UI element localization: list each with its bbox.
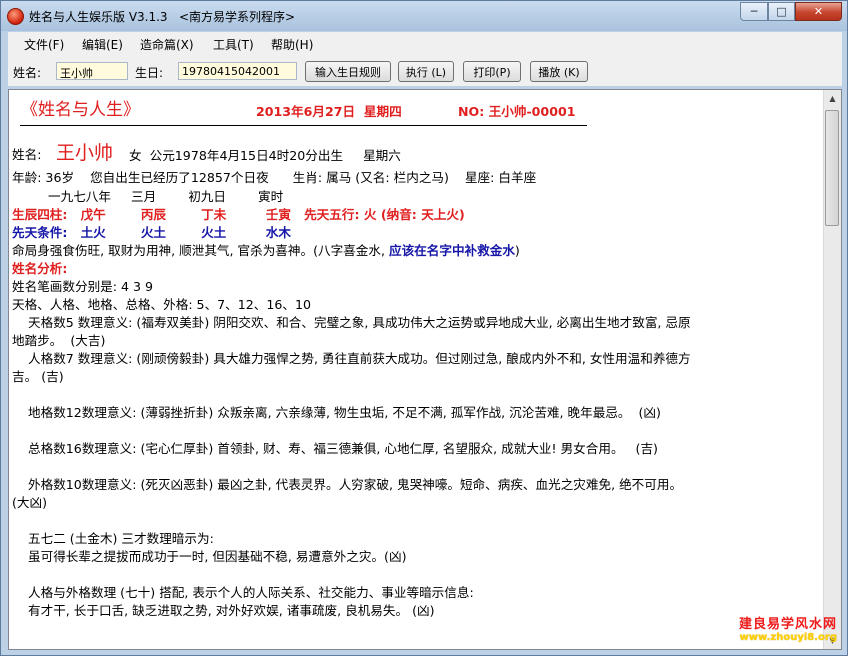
name-row-big: 王小帅: [56, 142, 114, 164]
menu-bar: 文件(F) 编辑(E) 造命篇(X) 工具(T) 帮助(H): [8, 32, 842, 54]
sancai-line-2: 虽可得长辈之提拔而成功于一时, 但因基础不稳, 易遭意外之灾。(凶): [12, 549, 407, 564]
name-label: 姓名:: [13, 66, 42, 80]
social-line-1: 人格与外格数理 (七十) 搭配, 表示个人的人际关系、社交能力、事业等暗示信息:: [12, 585, 474, 600]
tiange-line-1: 天格数5 数理意义: (福寿双美卦) 阴阳交欢、和合、完璧之象, 具成功伟大之运…: [12, 315, 691, 330]
minimize-button[interactable]: ─: [740, 2, 768, 21]
result-text-area[interactable]: 《姓名与人生》 2013年6月27日 星期四 NO: 王小帅-00001 姓名:…: [8, 89, 842, 650]
name-row-prefix: 姓名:: [12, 147, 42, 162]
name-input[interactable]: 王小帅: [56, 62, 128, 80]
app-icon: [7, 8, 24, 25]
age-row: 年龄: 36岁 您自出生已经历了12857个日夜 生肖: 属马 (又名: 栏内之…: [12, 170, 537, 185]
lunar-row: 一九七八年 三月 初九日 寅时: [12, 189, 284, 204]
birthday-rule-button[interactable]: 输入生日规则: [305, 61, 391, 82]
tiange-line-2: 地踏步。 (大吉): [12, 333, 106, 348]
tiaojian-row: 先天条件: 土火 火土 火土 水木: [12, 225, 291, 240]
menu-tools[interactable]: 工具(T): [213, 36, 254, 53]
watermark: 建良易学风水网 www.zhouyi8.org: [739, 613, 837, 643]
birthday-label: 生日:: [135, 66, 164, 80]
name-row-details: 女 公元1978年4月15日4时20分出生 星期六: [121, 148, 401, 163]
mingju-advice: 应该在名字中补救金水: [388, 243, 515, 258]
mingju-end: ): [514, 243, 520, 258]
doc-divider: [20, 117, 587, 126]
print-button[interactable]: 打印(P): [463, 61, 521, 82]
title-bar[interactable]: 姓名与人生娱乐版 V3.1.3 <南方易学系列程序> ─ □ ✕: [1, 1, 847, 31]
watermark-title: 建良易学风水网: [738, 617, 837, 632]
sizhu-row: 生辰四柱: 戊午 丙辰 丁未 壬寅 先天五行: 火 (纳音: 天上火): [12, 207, 465, 222]
sancai-line-1: 五七二 (土金木) 三才数理暗示为:: [12, 531, 214, 546]
window-title: 姓名与人生娱乐版 V3.1.3 <南方易学系列程序>: [29, 10, 296, 24]
close-button[interactable]: ✕: [795, 2, 842, 21]
scroll-up-arrow-icon[interactable]: ▲: [824, 90, 841, 107]
app-window: 姓名与人生娱乐版 V3.1.3 <南方易学系列程序> ─ □ ✕ 文件(F) 编…: [0, 0, 848, 656]
menu-help[interactable]: 帮助(H): [271, 36, 313, 53]
toolbar: 姓名: 王小帅 生日: 19780415042001 输入生日规则 执行 (L)…: [8, 54, 842, 86]
mingju-text: 命局身强食伤旺, 取财为用神, 顺泄其气, 官杀为喜神。(八字喜金水,: [12, 243, 389, 258]
mingju-row: 命局身强食伤旺, 取财为用神, 顺泄其气, 官杀为喜神。(八字喜金水, 应该在名…: [12, 240, 520, 259]
waige-line-2: (大凶): [12, 495, 48, 510]
menu-file[interactable]: 文件(F): [24, 36, 64, 53]
watermark-url: www.zhouyi8.org: [739, 632, 837, 643]
menu-edit[interactable]: 编辑(E): [82, 36, 123, 53]
play-button[interactable]: 播放 (K): [530, 61, 588, 82]
grids-row: 天格、人格、地格、总格、外格: 5、7、12、16、10: [12, 297, 312, 312]
run-button[interactable]: 执行 (L): [398, 61, 454, 82]
waige-line-1: 外格数10数理意义: (死灭凶恶卦) 最凶之卦, 代表灵界。人穷家破, 鬼哭神嚎…: [12, 477, 683, 492]
menu-zaoming[interactable]: 造命篇(X): [140, 36, 194, 53]
renge-line-1: 人格数7 数理意义: (刚顽傍毅卦) 具大雄力强悍之势, 勇往直前获大成功。但过…: [12, 351, 691, 366]
analysis-heading: 姓名分析:: [12, 261, 68, 276]
social-line-2: 有才干, 长于口舌, 缺乏进取之势, 对外好欢娱, 诸事疏废, 良机易失。 (凶…: [12, 603, 435, 618]
maximize-button[interactable]: □: [768, 2, 795, 21]
birthday-input[interactable]: 19780415042001: [178, 62, 297, 80]
vertical-scrollbar[interactable]: ▲ ▼: [823, 90, 841, 649]
zongge-line: 总格数16数理意义: (宅心仁厚卦) 首领卦, 财、寿、福三德兼俱, 心地仁厚,…: [12, 441, 658, 456]
dige-line: 地格数12数理意义: (薄弱挫折卦) 众叛亲离, 六亲缘薄, 物生虫垢, 不足不…: [12, 405, 661, 420]
scroll-thumb[interactable]: [825, 110, 839, 226]
strokes-row: 姓名笔画数分别是: 4 3 9: [12, 279, 154, 294]
renge-line-2: 吉。 (吉): [12, 369, 64, 384]
